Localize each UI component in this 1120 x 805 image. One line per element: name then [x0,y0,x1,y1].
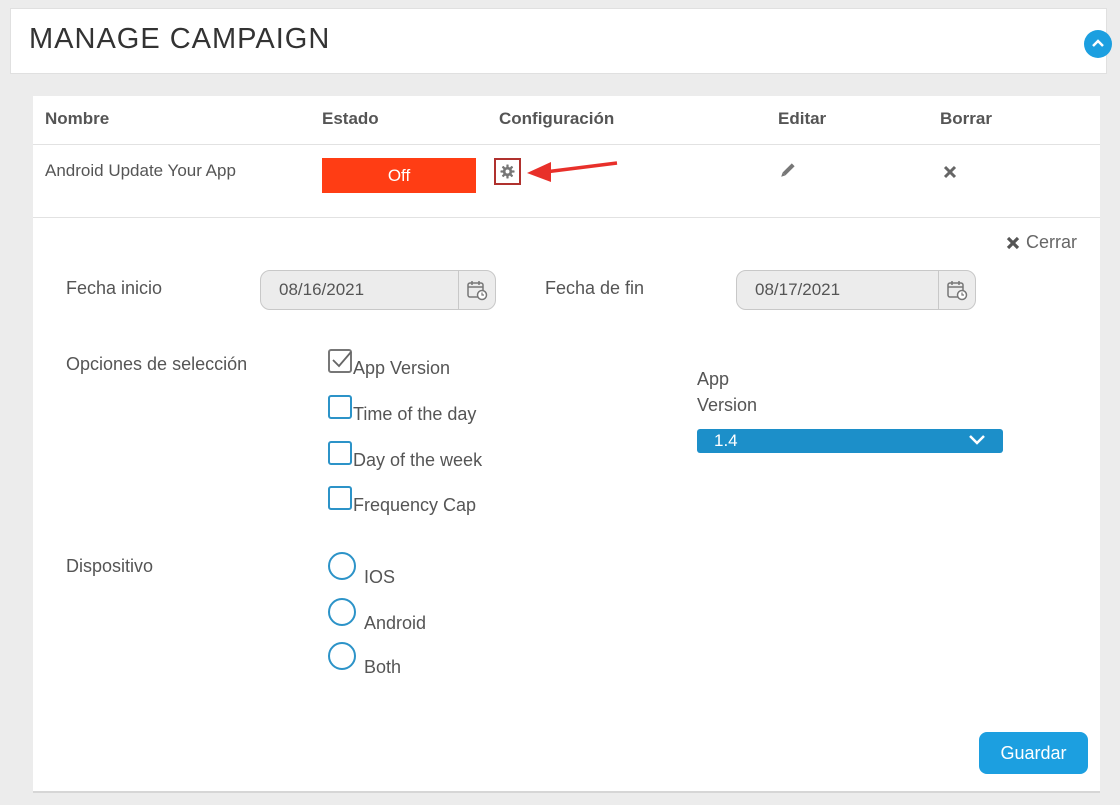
radio-label: Android [364,613,427,633]
page-header: MANAGE CAMPAIGN [10,8,1112,74]
end-date-calendar-button[interactable] [938,271,975,309]
status-toggle-button[interactable]: Off [322,158,476,193]
option-app-version[interactable]: App Version [328,349,450,378]
column-header-estado: Estado [322,109,379,128]
close-label: Cerrar [1026,232,1078,252]
gear-icon [500,164,515,179]
radio-both[interactable] [328,642,356,670]
radio-option-android[interactable]: Android [328,598,426,633]
column-header-configuracion: Configuración [499,109,615,128]
configuration-button[interactable] [494,158,521,185]
start-date-field[interactable] [260,270,496,310]
checkbox-day-of-week[interactable] [328,441,352,465]
radio-label: Both [364,657,402,677]
checkbox-frequency-cap[interactable] [328,486,352,510]
row-divider [33,217,1100,218]
radio-android[interactable] [328,598,356,626]
end-date-label: Fecha de fin [545,278,645,298]
save-button[interactable]: Guardar [979,732,1088,774]
annotation-arrow [527,161,618,182]
calendar-icon [947,281,968,301]
option-frequency-cap[interactable]: Frequency Cap [328,486,476,515]
start-date-label: Fecha inicio [66,278,163,298]
checkbox-time-of-day[interactable] [328,395,352,419]
column-header-nombre: Nombre [45,109,110,128]
checkmark-icon [332,351,352,368]
app-version-select[interactable]: 1.4 [697,429,1003,453]
start-date-input[interactable] [279,280,439,300]
option-time-of-day[interactable]: Time of the day [328,395,476,424]
column-header-editar: Editar [778,109,827,128]
collapse-button[interactable] [1084,30,1112,58]
checkbox-app-version[interactable] [328,349,352,373]
campaign-panel: Nombre Estado Configuración Editar Borra… [33,96,1100,793]
end-date-input[interactable] [755,280,915,300]
option-label: Frequency Cap [353,495,477,515]
selection-options-label: Opciones de selección [66,354,248,374]
close-config-link[interactable]: Cerrar [1006,232,1077,253]
close-icon [1006,236,1020,249]
pencil-icon[interactable] [778,163,795,180]
option-label: Day of the week [353,450,483,470]
radio-option-ios[interactable]: IOS [328,552,395,587]
start-date-calendar-button[interactable] [458,271,495,309]
chevron-up-icon [1092,39,1104,47]
header-divider [33,144,1100,145]
radio-ios[interactable] [328,552,356,580]
radio-label: IOS [364,567,396,587]
column-header-borrar: Borrar [940,109,992,128]
app-version-label-line1: App [697,369,730,389]
option-label: App Version [353,358,451,378]
chevron-down-icon [969,435,985,445]
campaign-name: Android Update Your App [45,161,236,180]
app-version-label-line2: Version [697,395,758,415]
device-label: Dispositivo [66,556,154,576]
radio-option-both[interactable]: Both [328,642,401,677]
end-date-field[interactable] [736,270,976,310]
option-label: Time of the day [353,404,477,424]
app-version-value: 1.4 [714,431,738,450]
option-day-of-week[interactable]: Day of the week [328,441,482,470]
close-icon[interactable] [943,165,957,179]
page-title: MANAGE CAMPAIGN [29,23,331,55]
page: MANAGE CAMPAIGN Nombre Estado Configurac… [0,0,1120,805]
calendar-icon [467,281,488,301]
